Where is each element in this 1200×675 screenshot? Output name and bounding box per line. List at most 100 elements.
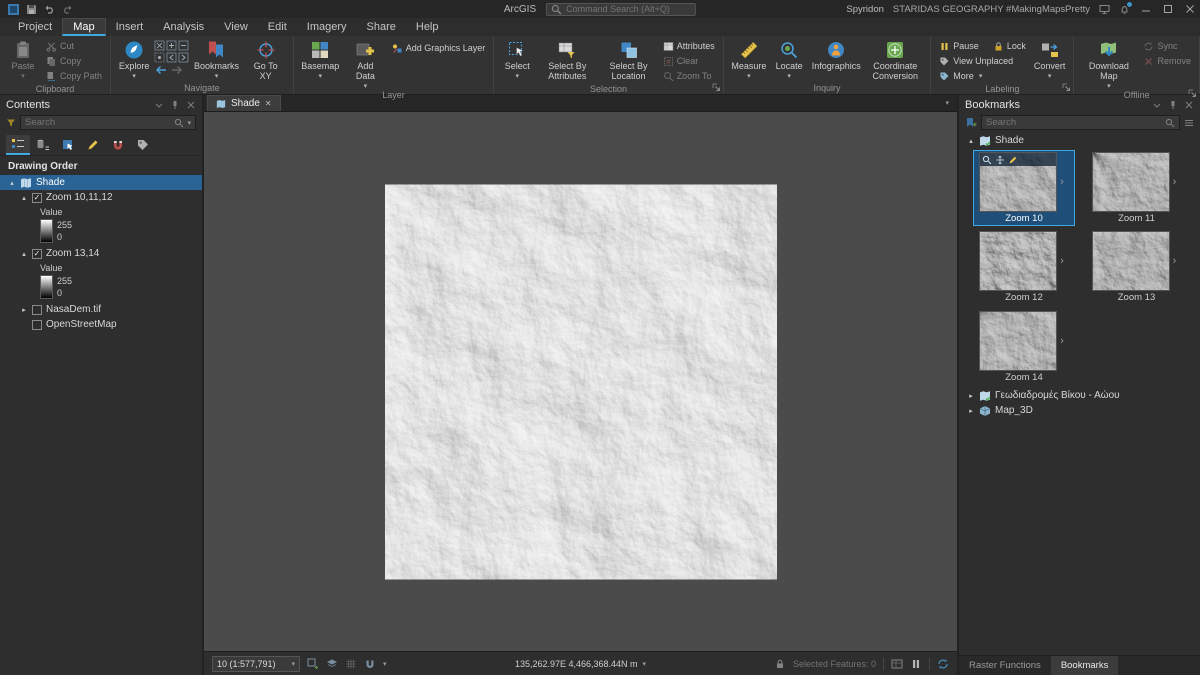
fixed-zoom-out-icon[interactable] <box>178 40 189 51</box>
command-search[interactable] <box>546 2 697 16</box>
close-panel-icon[interactable] <box>1184 100 1194 110</box>
expand-collapse-icon[interactable]: ▸ <box>20 306 28 314</box>
bookmark-flyout-arrow[interactable]: › <box>1169 255 1181 267</box>
layer-visibility-checkbox[interactable] <box>32 248 42 259</box>
coordinate-readout[interactable]: 135,262.97E 4,466,368.44N m ▾ <box>515 659 646 669</box>
bookmarks-search-input[interactable] <box>986 117 1162 128</box>
bookmark-group-geodiadromes[interactable]: ▸ Γεωδιαδρομές Βίκου - Αώου <box>959 388 1200 403</box>
tab-imagery[interactable]: Imagery <box>297 18 357 36</box>
tab-insert[interactable]: Insert <box>106 18 154 36</box>
select-by-location-button[interactable]: Select By Location <box>599 39 657 82</box>
layer-visibility-checkbox[interactable] <box>32 304 42 315</box>
attribute-table-icon[interactable] <box>891 658 903 670</box>
tab-share[interactable]: Share <box>357 18 406 36</box>
bookmark-zoom-13[interactable]: › Zoom 13 <box>1086 229 1188 305</box>
maximize-button[interactable] <box>1161 3 1174 15</box>
filter-icon[interactable] <box>6 118 16 128</box>
attributes-button[interactable]: Attributes <box>660 39 718 53</box>
panel-menu-chevron-icon[interactable] <box>154 100 164 110</box>
lock-labels-button[interactable]: Lock <box>990 39 1029 53</box>
bookmark-zoom-10[interactable]: › Zoom 10 <box>973 150 1075 227</box>
expand-collapse-icon[interactable]: ▴ <box>20 194 28 202</box>
layer-visibility-checkbox[interactable] <box>32 319 42 330</box>
snapping-magnet-icon[interactable] <box>364 658 376 670</box>
add-data-button[interactable]: Add Data ▾ <box>344 39 387 90</box>
close-panel-icon[interactable] <box>186 100 196 110</box>
bookmark-zoom-12[interactable]: › Zoom 12 <box>973 229 1075 305</box>
cut-button[interactable]: Cut <box>43 39 105 53</box>
map-view-tab-shade[interactable]: Shade ✕ <box>207 95 281 111</box>
list-by-snapping-tab[interactable] <box>106 135 130 155</box>
signed-in-user[interactable]: Spyridon <box>846 4 884 15</box>
expand-collapse-icon[interactable]: ▴ <box>20 250 28 258</box>
labeling-launcher-icon[interactable] <box>1062 83 1071 92</box>
measure-button[interactable]: Measure ▾ <box>729 39 769 80</box>
notifications-icon[interactable] <box>1119 1 1132 15</box>
edit-bookmark-icon[interactable] <box>1008 155 1018 165</box>
zoom-to-selection-icon[interactable] <box>154 52 165 63</box>
map-canvas[interactable] <box>204 112 957 651</box>
map-item-shade[interactable]: ▴ Shade <box>0 175 202 190</box>
copy-path-button[interactable]: Copy Path <box>43 69 105 83</box>
expand-collapse-icon[interactable]: ▴ <box>8 179 16 187</box>
selection-lock-icon[interactable] <box>774 658 786 670</box>
back-arrow-icon[interactable] <box>155 65 167 75</box>
pan-to-bookmark-icon[interactable] <box>995 155 1005 165</box>
list-by-selection-tab[interactable] <box>56 135 80 155</box>
close-button[interactable] <box>1183 3 1196 15</box>
layer-row-zoom-101112[interactable]: ▴ Zoom 10,11,12 <box>0 190 202 205</box>
copy-button[interactable]: Copy <box>43 54 105 68</box>
list-by-data-source-tab[interactable] <box>31 135 55 155</box>
convert-labels-button[interactable]: Convert ▾ <box>1031 39 1069 80</box>
locate-button[interactable]: Locate ▾ <box>771 39 807 80</box>
desktop-icon[interactable] <box>1099 4 1110 15</box>
pin-icon[interactable] <box>170 100 180 110</box>
more-labeling-button[interactable]: More ▾ <box>936 69 1029 83</box>
tab-view[interactable]: View <box>214 18 258 36</box>
fixed-zoom-in-icon[interactable] <box>166 40 177 51</box>
layer-row-zoom-1314[interactable]: ▴ Zoom 13,14 <box>0 246 202 261</box>
offline-launcher-icon[interactable] <box>1188 89 1197 98</box>
panel-menu-chevron-icon[interactable] <box>1152 100 1162 110</box>
tab-raster-functions[interactable]: Raster Functions <box>959 656 1051 675</box>
list-by-labeling-tab[interactable] <box>131 135 155 155</box>
status-tools-caret-icon[interactable]: ▾ <box>383 660 387 668</box>
layer-row-nasadem[interactable]: ▸ NasaDem.tif <box>0 302 202 317</box>
pin-icon[interactable] <box>1168 100 1178 110</box>
list-by-drawing-order-tab[interactable] <box>6 135 30 155</box>
coordinate-conversion-button[interactable]: Coordinate Conversion <box>865 39 925 82</box>
layer-visibility-checkbox[interactable] <box>32 192 42 203</box>
basemap-button[interactable]: Basemap ▾ <box>299 39 342 80</box>
view-unplaced-button[interactable]: View Unplaced <box>936 54 1029 68</box>
pause-drawing-icon[interactable] <box>910 658 922 670</box>
expand-collapse-icon[interactable]: ▴ <box>967 137 975 145</box>
add-grid-icon[interactable] <box>307 658 319 670</box>
scale-combo[interactable]: 10 (1:577,791) ▾ <box>212 655 300 672</box>
graticule-icon[interactable] <box>345 658 357 670</box>
bookmark-flyout-arrow[interactable]: › <box>1056 335 1068 347</box>
tab-help[interactable]: Help <box>406 18 449 36</box>
tab-analysis[interactable]: Analysis <box>153 18 214 36</box>
layers-toggle-icon[interactable] <box>326 658 338 670</box>
tab-bookmarks[interactable]: Bookmarks <box>1050 656 1119 675</box>
expand-collapse-icon[interactable]: ▸ <box>967 407 975 415</box>
minimize-button[interactable] <box>1139 3 1152 15</box>
bookmark-flyout-arrow[interactable]: › <box>1056 176 1068 188</box>
tab-edit[interactable]: Edit <box>258 18 297 36</box>
bookmark-group-map-3d[interactable]: ▸ Map_3D <box>959 403 1200 418</box>
undo-icon[interactable] <box>44 4 55 15</box>
contents-search-input[interactable] <box>25 117 172 128</box>
expand-collapse-icon[interactable]: ▸ <box>967 392 975 400</box>
add-graphics-layer-button[interactable]: Add Graphics Layer <box>389 41 489 55</box>
zoom-to-bookmark-icon[interactable] <box>982 155 992 165</box>
selection-launcher-icon[interactable] <box>712 83 721 92</box>
bookmarks-button[interactable]: Bookmarks ▾ <box>191 39 242 80</box>
select-by-attributes-button[interactable]: Select By Attributes <box>537 39 597 82</box>
download-map-button[interactable]: Download Map ▾ <box>1079 39 1138 90</box>
forward-arrow-icon[interactable] <box>171 65 183 75</box>
tab-list-caret-icon[interactable]: ▾ <box>945 99 949 107</box>
pause-labeling-button[interactable]: Pause <box>936 39 982 53</box>
sync-button[interactable]: Sync <box>1140 39 1194 53</box>
close-tab-icon[interactable]: ✕ <box>265 99 272 108</box>
select-button[interactable]: Select ▾ <box>499 39 535 80</box>
